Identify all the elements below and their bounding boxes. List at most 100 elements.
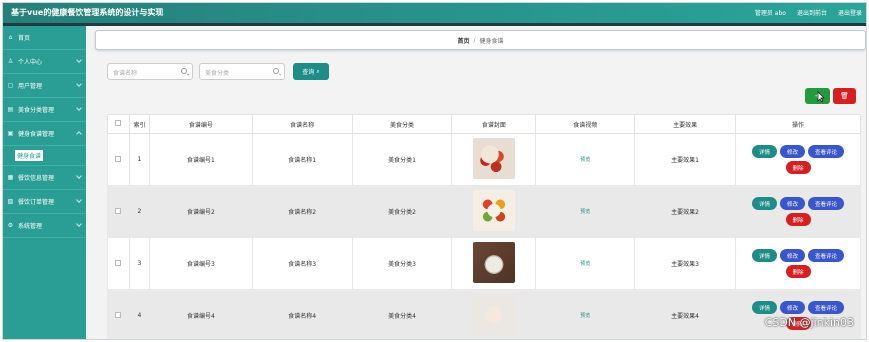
row-index: 2 — [128, 185, 150, 238]
sidebar-item-dining-info[interactable]: ▦ 餐饮信息管理 — [3, 166, 86, 190]
recipe-name: 食谱名称4 — [251, 289, 353, 339]
recipe-cover-image[interactable] — [472, 190, 515, 231]
food-category-input[interactable]: 美食分类 — [199, 63, 285, 80]
recipe-cover-image[interactable] — [472, 294, 515, 335]
sidebar-item-system[interactable]: ⚙ 系统管理 — [3, 214, 86, 238]
sidebar-item-recipe[interactable]: ▣ 健身食谱管理 — [3, 122, 86, 146]
video-cell: 预览 — [535, 133, 636, 186]
table-row: 2 食谱编号2 食谱名称2 美食分类2 预览 主要效果2 详情 修改 查看评论 … — [107, 185, 861, 238]
breadcrumb: 首页 / 健身食谱 — [95, 30, 866, 50]
recipe-code: 食谱编号4 — [148, 289, 253, 339]
breadcrumb-separator: / — [473, 36, 476, 44]
column-header: 美食分类 — [351, 114, 453, 134]
edit-button[interactable]: 修改 — [780, 249, 805, 262]
search-button-label: 查询 — [302, 69, 315, 76]
order-icon: ▧ — [7, 198, 14, 205]
sidebar-subitem-label: 健身食谱 — [15, 150, 44, 161]
sidebar-item-label: 个人中心 — [18, 59, 43, 66]
sidebar-item-label: 首页 — [18, 35, 31, 42]
recipe-cover-image[interactable] — [472, 138, 515, 179]
sidebar-item-home[interactable]: ⌂ 首页 — [3, 26, 86, 50]
ops-cell: 详情 修改 查看评论 删除 — [735, 237, 861, 290]
row-checkbox[interactable] — [115, 207, 122, 214]
select-all-cell[interactable] — [107, 114, 130, 134]
cover-cell — [451, 237, 537, 290]
video-preview-link[interactable]: 预览 — [580, 157, 590, 163]
app-title: 基于vue的健康餐饮管理系统的设计与实现 — [11, 8, 164, 17]
breadcrumb-home[interactable]: 首页 — [457, 36, 469, 45]
recipe-category: 美食分类2 — [351, 185, 453, 238]
header-underline — [3, 23, 866, 26]
settings-icon: ⚙ — [7, 222, 14, 229]
recipe-name-placeholder: 食谱名称 — [113, 70, 138, 77]
row-checkbox[interactable] — [115, 259, 122, 266]
column-header: 食谱编号 — [148, 114, 253, 134]
video-preview-link[interactable]: 预览 — [580, 313, 590, 319]
detail-button[interactable]: 详情 — [752, 301, 777, 314]
ops-cell: 详情 修改 查看评论 删除 — [735, 289, 861, 339]
sidebar-item-profile[interactable]: ♙ 个人中心 — [3, 50, 86, 74]
sidebar-item-food-category[interactable]: ▤ 美食分类管理 — [3, 98, 86, 122]
chevron-down-icon — [76, 57, 82, 63]
info-icon: ▦ — [7, 174, 14, 181]
recipe-category: 美食分类4 — [351, 289, 453, 339]
sidebar: ⌂ 首页 ♙ 个人中心 ▢ 用户管理 ▤ 美食分类管理 ▣ 健身食谱管理 健身食… — [3, 26, 86, 339]
delete-button[interactable]: 删除 — [785, 161, 811, 174]
row-select-cell[interactable] — [107, 289, 130, 339]
column-header: 食谱名称 — [251, 114, 353, 134]
detail-button[interactable]: 详情 — [752, 197, 777, 210]
detail-button[interactable]: 详情 — [752, 145, 777, 158]
row-select-cell[interactable] — [107, 185, 130, 238]
video-preview-link[interactable]: 预览 — [580, 261, 590, 267]
select-all-checkbox[interactable] — [115, 120, 122, 126]
ops-cell: 详情 修改 查看评论 删除 — [735, 133, 861, 186]
column-header: 操作 — [735, 114, 861, 134]
chevron-up-icon — [76, 131, 82, 137]
exit-to-front-link[interactable]: 退出到前台 — [797, 8, 827, 17]
recipe-name: 食谱名称2 — [251, 185, 353, 238]
view-comments-button[interactable]: 查看评论 — [808, 145, 844, 158]
recipe-icon: ▣ — [7, 130, 14, 137]
recipe-effect: 主要效果3 — [634, 237, 736, 290]
recipe-cover-image[interactable] — [472, 242, 515, 283]
view-comments-button[interactable]: 查看评论 — [808, 197, 844, 210]
edit-button[interactable]: 修改 — [780, 145, 805, 158]
view-comments-button[interactable]: 查看评论 — [808, 301, 844, 314]
row-select-cell[interactable] — [107, 133, 130, 186]
column-header: 索引 — [128, 114, 150, 134]
view-comments-button[interactable]: 查看评论 — [808, 249, 844, 262]
food-category-placeholder: 美食分类 — [205, 70, 230, 77]
recipe-category: 美食分类3 — [351, 237, 453, 290]
breadcrumb-current: 健身食谱 — [479, 37, 504, 45]
admin-label: 管理员 abo — [754, 10, 786, 17]
row-select-cell[interactable] — [107, 237, 130, 290]
recipe-name-input[interactable]: 食谱名称 — [107, 63, 193, 80]
delete-button[interactable]: 删除 — [785, 265, 811, 278]
recipe-effect: 主要效果1 — [634, 133, 736, 186]
video-cell: 预览 — [535, 237, 636, 290]
video-preview-link[interactable]: 预览 — [580, 209, 590, 215]
sidebar-item-users[interactable]: ▢ 用户管理 — [3, 74, 86, 98]
recipe-effect: 主要效果4 — [634, 289, 736, 339]
chevron-down-icon — [76, 173, 82, 179]
cover-cell — [451, 133, 537, 186]
delete-button[interactable]: 删除 — [785, 213, 811, 226]
chevron-down-icon — [76, 81, 82, 87]
bulk-delete-button[interactable]: 🗑 — [833, 88, 856, 104]
edit-button[interactable]: 修改 — [780, 197, 805, 210]
row-checkbox[interactable] — [115, 311, 122, 318]
recipe-category: 美食分类1 — [351, 133, 453, 186]
user-icon: ♙ — [7, 58, 14, 65]
sidebar-item-label: 餐饮订单管理 — [18, 199, 55, 206]
sidebar-item-orders[interactable]: ▧ 餐饮订单管理 — [3, 190, 86, 214]
search-icon — [181, 68, 187, 74]
sidebar-item-label: 用户管理 — [18, 83, 43, 90]
edit-button[interactable]: 修改 — [780, 301, 805, 314]
users-icon: ▢ — [7, 82, 14, 89]
row-checkbox[interactable] — [115, 155, 122, 162]
search-button[interactable]: 查询 ⌕ — [293, 63, 329, 80]
watermark: CSDN @jinkin03 — [764, 316, 854, 329]
logout-link[interactable]: 退出登录 — [838, 8, 862, 17]
sidebar-subitem-recipe[interactable]: 健身食谱 — [3, 146, 86, 166]
detail-button[interactable]: 详情 — [752, 249, 777, 262]
